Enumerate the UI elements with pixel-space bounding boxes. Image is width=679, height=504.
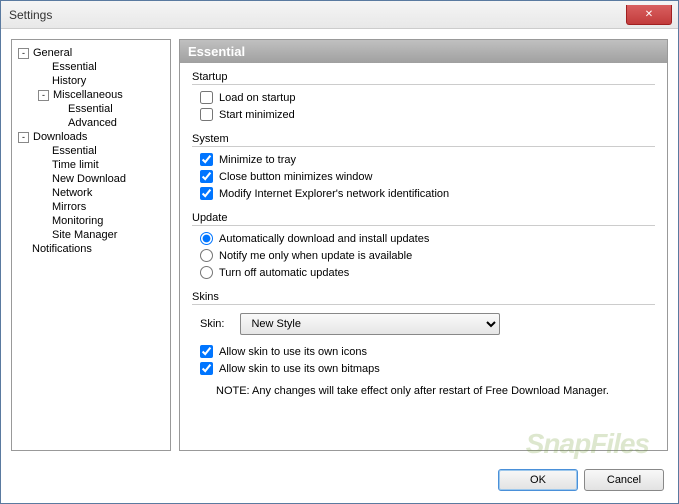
tree-item-miscellaneous-3[interactable]: -Miscellaneous (16, 88, 166, 102)
tree-item-notifications-14[interactable]: Notifications (16, 242, 166, 256)
tree-item-label: Essential (52, 145, 97, 157)
section-skins: Skins Skin: New Style Allow skin to use … (192, 291, 655, 397)
tree-item-label: New Download (52, 173, 126, 185)
tree-item-label: Monitoring (52, 215, 103, 227)
tree-item-site-manager-13[interactable]: Site Manager (16, 228, 166, 242)
row-start-minimized: Start minimized (192, 106, 655, 123)
tree-item-downloads-6[interactable]: -Downloads (16, 130, 166, 144)
tree-item-advanced-5[interactable]: Advanced (16, 116, 166, 130)
tree-item-label: Advanced (68, 117, 117, 129)
tree-item-label: General (33, 47, 72, 59)
window-title: Settings (9, 8, 52, 22)
section-update: Update Automatically download and instal… (192, 212, 655, 281)
checkbox-modify-ie[interactable] (200, 187, 213, 200)
label-minimize-tray: Minimize to tray (219, 154, 296, 166)
label-skin: Skin: (200, 318, 224, 330)
cancel-button[interactable]: Cancel (584, 469, 664, 491)
settings-window: Settings ✕ -GeneralEssentialHistory-Misc… (0, 0, 679, 504)
tree-item-label: Mirrors (52, 201, 86, 213)
section-title-startup: Startup (192, 71, 655, 85)
row-update-auto: Automatically download and install updat… (192, 230, 655, 247)
tree-item-label: History (52, 75, 86, 87)
close-icon: ✕ (645, 9, 653, 20)
tree-item-time-limit-8[interactable]: Time limit (16, 158, 166, 172)
tree-item-label: Essential (52, 61, 97, 73)
settings-panel: Essential Startup Load on startup Start … (179, 39, 668, 451)
tree-item-mirrors-11[interactable]: Mirrors (16, 200, 166, 214)
select-skin[interactable]: New Style (240, 313, 500, 335)
tree-item-label: Essential (68, 103, 113, 115)
label-close-minimizes: Close button minimizes window (219, 171, 372, 183)
row-update-notify: Notify me only when update is available (192, 247, 655, 264)
footer: OK Cancel (1, 461, 678, 503)
row-update-off: Turn off automatic updates (192, 264, 655, 281)
label-modify-ie: Modify Internet Explorer's network ident… (219, 188, 449, 200)
ok-button[interactable]: OK (498, 469, 578, 491)
label-allow-icons: Allow skin to use its own icons (219, 346, 367, 358)
radio-update-auto[interactable] (200, 232, 213, 245)
row-close-minimizes: Close button minimizes window (192, 168, 655, 185)
radio-update-notify[interactable] (200, 249, 213, 262)
radio-update-off[interactable] (200, 266, 213, 279)
panel-body: Startup Load on startup Start minimized … (180, 63, 667, 450)
row-modify-ie: Modify Internet Explorer's network ident… (192, 185, 655, 202)
tree-item-general-0[interactable]: -General (16, 46, 166, 60)
section-title-skins: Skins (192, 291, 655, 305)
checkbox-allow-icons[interactable] (200, 345, 213, 358)
expand-icon[interactable]: - (18, 132, 29, 143)
checkbox-close-minimizes[interactable] (200, 170, 213, 183)
nav-tree: -GeneralEssentialHistory-MiscellaneousEs… (11, 39, 171, 451)
tree-item-label: Time limit (52, 159, 99, 171)
label-allow-bitmaps: Allow skin to use its own bitmaps (219, 363, 380, 375)
tree-item-essential-1[interactable]: Essential (16, 60, 166, 74)
checkbox-start-minimized[interactable] (200, 108, 213, 121)
tree-item-new-download-9[interactable]: New Download (16, 172, 166, 186)
section-title-update: Update (192, 212, 655, 226)
label-update-notify: Notify me only when update is available (219, 250, 412, 262)
row-allow-icons: Allow skin to use its own icons (192, 343, 655, 360)
row-minimize-tray: Minimize to tray (192, 151, 655, 168)
tree-item-history-2[interactable]: History (16, 74, 166, 88)
tree-item-label: Downloads (33, 131, 87, 143)
label-start-minimized: Start minimized (219, 109, 295, 121)
panel-header: Essential (180, 40, 667, 63)
tree-item-essential-7[interactable]: Essential (16, 144, 166, 158)
label-update-off: Turn off automatic updates (219, 267, 349, 279)
checkbox-allow-bitmaps[interactable] (200, 362, 213, 375)
tree-item-label: Network (52, 187, 92, 199)
section-startup: Startup Load on startup Start minimized (192, 71, 655, 123)
skins-note: NOTE: Any changes will take effect only … (192, 377, 655, 397)
row-load-on-startup: Load on startup (192, 89, 655, 106)
label-load-on-startup: Load on startup (219, 92, 295, 104)
checkbox-load-on-startup[interactable] (200, 91, 213, 104)
row-skin-select: Skin: New Style (192, 309, 655, 343)
expand-icon[interactable]: - (38, 90, 49, 101)
expand-icon[interactable]: - (18, 48, 29, 59)
section-title-system: System (192, 133, 655, 147)
label-update-auto: Automatically download and install updat… (219, 233, 429, 245)
checkbox-minimize-tray[interactable] (200, 153, 213, 166)
tree-item-label: Notifications (32, 243, 92, 255)
tree-item-essential-4[interactable]: Essential (16, 102, 166, 116)
tree-item-monitoring-12[interactable]: Monitoring (16, 214, 166, 228)
titlebar: Settings ✕ (1, 1, 678, 29)
content-area: -GeneralEssentialHistory-MiscellaneousEs… (1, 29, 678, 461)
row-allow-bitmaps: Allow skin to use its own bitmaps (192, 360, 655, 377)
section-system: System Minimize to tray Close button min… (192, 133, 655, 202)
tree-item-network-10[interactable]: Network (16, 186, 166, 200)
close-button[interactable]: ✕ (626, 5, 672, 25)
tree-item-label: Miscellaneous (53, 89, 123, 101)
tree-item-label: Site Manager (52, 229, 117, 241)
